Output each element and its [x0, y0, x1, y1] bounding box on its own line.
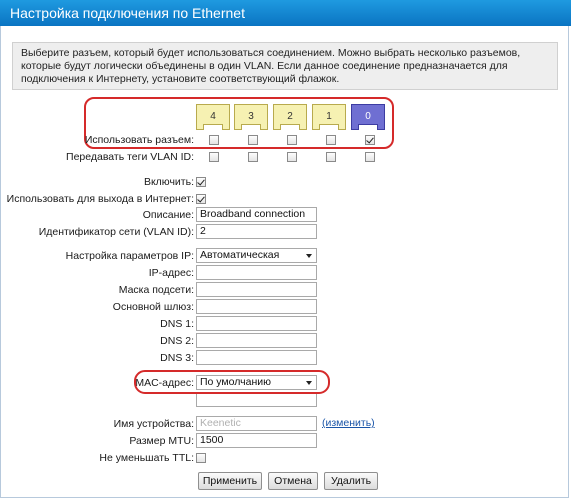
mac-highlight: [134, 370, 330, 394]
delete-button[interactable]: Удалить: [324, 472, 378, 490]
subnet-label: Маска подсети:: [118, 284, 194, 296]
apply-button[interactable]: Применить: [198, 472, 262, 490]
gateway-input[interactable]: [196, 299, 317, 314]
vlan-id-input[interactable]: 2: [196, 224, 317, 239]
info-panel: Выберите разъем, который будет использов…: [12, 42, 558, 90]
device-name-input: Keenetic: [196, 416, 317, 431]
ip-settings-value: Автоматическая: [200, 249, 280, 261]
mtu-label: Размер MTU:: [129, 435, 194, 447]
vlan-id-label: Идентификатор сети (VLAN ID):: [38, 226, 194, 238]
vlan-tag-0-checkbox[interactable]: [365, 152, 375, 162]
use-port-0-checkbox[interactable]: [365, 135, 375, 145]
enable-label: Включить:: [143, 176, 194, 188]
ip-address-input[interactable]: [196, 265, 317, 280]
subnet-input[interactable]: [196, 282, 317, 297]
ttl-label: Не уменьшать TTL:: [99, 452, 194, 464]
dns1-input[interactable]: [196, 316, 317, 331]
gateway-label: Основной шлюз:: [112, 301, 194, 313]
cancel-button[interactable]: Отмена: [268, 472, 318, 490]
internet-label: Использовать для выхода в Интернет:: [6, 193, 194, 205]
mtu-input[interactable]: 1500: [196, 433, 317, 448]
vlan-tag-4-checkbox[interactable]: [209, 152, 219, 162]
description-label: Описание:: [142, 209, 194, 221]
dns1-label: DNS 1:: [160, 318, 194, 330]
mac-address-input[interactable]: [196, 392, 317, 407]
ip-settings-select[interactable]: Автоматическая: [196, 248, 317, 263]
ttl-checkbox[interactable]: [196, 453, 206, 463]
vlan-tags-label: Передавать теги VLAN ID:: [66, 151, 194, 163]
description-input[interactable]: Broadband connection: [196, 207, 317, 222]
chevron-down-icon: [306, 254, 312, 258]
use-port-4-checkbox[interactable]: [209, 135, 219, 145]
dns3-label: DNS 3:: [160, 352, 194, 364]
vlan-tag-2-checkbox[interactable]: [287, 152, 297, 162]
enable-checkbox[interactable]: [196, 177, 206, 187]
use-port-1-checkbox[interactable]: [326, 135, 336, 145]
use-port-label: Использовать разъем:: [84, 134, 194, 146]
dns2-label: DNS 2:: [160, 335, 194, 347]
window-title: Настройка подключения по Ethernet: [0, 0, 571, 26]
change-link[interactable]: (изменить): [322, 417, 375, 429]
vlan-tag-3-checkbox[interactable]: [248, 152, 258, 162]
dns2-input[interactable]: [196, 333, 317, 348]
use-port-2-checkbox[interactable]: [287, 135, 297, 145]
ip-settings-label: Настройка параметров IP:: [65, 250, 194, 262]
ip-address-label: IP-адрес:: [148, 267, 194, 279]
device-name-label: Имя устройства:: [113, 418, 194, 430]
vlan-tag-1-checkbox[interactable]: [326, 152, 336, 162]
use-port-3-checkbox[interactable]: [248, 135, 258, 145]
internet-checkbox[interactable]: [196, 194, 206, 204]
dns3-input[interactable]: [196, 350, 317, 365]
